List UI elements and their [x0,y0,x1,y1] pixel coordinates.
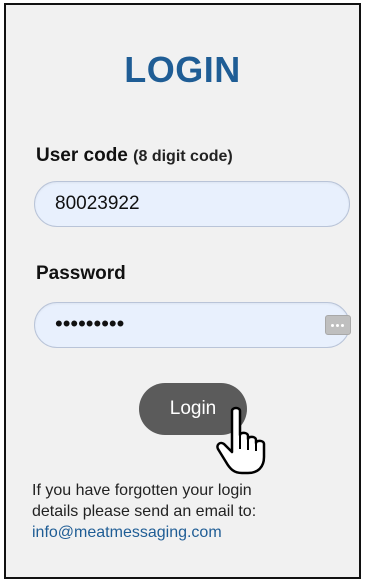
user-code-input[interactable]: 80023922 [34,181,350,227]
page-title: LOGIN [124,49,241,90]
user-code-label: User code (8 digit code) [36,145,233,167]
user-code-value[interactable]: 80023922 [55,182,140,226]
help-line-1: If you have forgotten your login [32,482,252,499]
forgot-login-help: If you have forgotten your login details… [32,480,352,543]
password-label: Password [36,263,126,284]
user-code-hint: (8 digit code) [133,148,233,165]
hand-pointer-cursor-icon [216,406,266,475]
login-panel: LOGIN User code (8 digit code) 80023922 … [4,3,361,579]
help-line-2: details please send an email to: [32,503,257,520]
password-input[interactable]: ••••••••• [34,302,351,348]
user-code-label-text: User code [36,145,128,166]
support-email-link[interactable]: info@meatmessaging.com [32,522,352,543]
password-manager-key-icon[interactable] [325,315,351,335]
password-value[interactable]: ••••••••• [55,303,124,345]
